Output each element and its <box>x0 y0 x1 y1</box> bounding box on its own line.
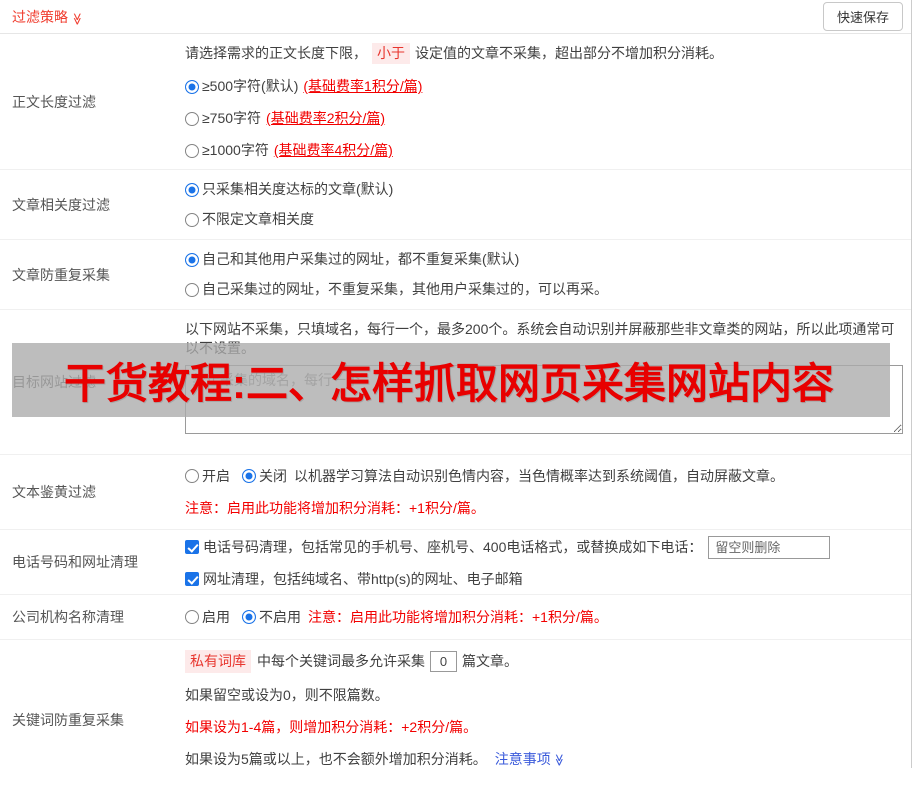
limit-text-end: 篇文章。 <box>462 653 518 669</box>
dedup-option-all-users[interactable]: 自己和其他用户采集过的网址，都不重复采集(默认) <box>185 250 905 269</box>
fee-note: (基础费率1积分/篇) <box>303 78 423 94</box>
fee-note: (基础费率2积分/篇) <box>266 110 386 126</box>
company-option-off[interactable]: 不启用 <box>242 608 301 627</box>
checkbox-label: 电话号码清理，包括常见的手机号、座机号、400电话格式，或替换成如下电话： <box>203 538 703 555</box>
option-label: 关闭 <box>259 467 287 484</box>
company-clean-note: 注意：启用此功能将增加积分消耗：+1积分/篇。 <box>308 608 608 625</box>
radio-icon[interactable] <box>185 469 199 483</box>
notes-link[interactable]: 注意事项 <box>495 750 551 769</box>
row-label: 正文长度过滤 <box>12 93 96 110</box>
row-label: 文本鉴黄过滤 <box>12 484 96 500</box>
length-option-500[interactable]: ≥500字符(默认) (基础费率1积分/篇) <box>185 77 905 96</box>
radio-icon[interactable] <box>185 282 199 297</box>
row-target-site-filter: 目标网站过滤 以下网站不采集，只填域名，每行一个，最多200个。系统会自动识别并… <box>0 310 911 455</box>
porn-option-off[interactable]: 关闭 <box>242 467 287 486</box>
company-option-on[interactable]: 启用 <box>185 608 230 627</box>
phone-clean-line: 电话号码清理，包括常见的手机号、座机号、400电话格式，或替换成如下电话： <box>185 535 905 559</box>
radio-icon[interactable] <box>185 111 199 126</box>
option-label: 自己和其他用户采集过的网址，都不重复采集(默认) <box>202 251 520 267</box>
radio-selected-icon[interactable] <box>185 182 199 197</box>
private-lexicon-tag: 私有词库 <box>185 650 251 673</box>
radio-icon[interactable] <box>185 143 199 158</box>
radio-icon[interactable] <box>185 610 199 624</box>
length-option-1000[interactable]: ≥1000字符 (基础费率4积分/篇) <box>185 141 905 160</box>
length-option-750[interactable]: ≥750字符 (基础费率2积分/篇) <box>185 109 905 128</box>
keyword-note-cost: 如果设为1-4篇，则增加积分消耗：+2积分/篇。 <box>185 719 478 735</box>
radio-selected-icon[interactable] <box>242 469 256 483</box>
row-article-dedup: 文章防重复采集 自己和其他用户采集过的网址，都不重复采集(默认) 自己采集过的网… <box>0 240 911 310</box>
length-filter-desc: 请选择需求的正文长度下限， 小于 设定值的文章不采集，超出部分不增加积分消耗。 <box>185 43 905 64</box>
row-label: 关键词防重复采集 <box>12 712 124 728</box>
row-length-filter: 正文长度过滤 请选择需求的正文长度下限， 小于 设定值的文章不采集，超出部分不增… <box>0 34 911 170</box>
option-label: ≥750字符 <box>202 110 262 126</box>
desc-highlight: 小于 <box>372 43 410 64</box>
option-label: ≥500字符(默认) <box>202 78 299 94</box>
row-label: 电话号码和网址清理 <box>12 554 138 570</box>
quick-save-button[interactable]: 快速保存 <box>822 2 903 31</box>
row-phone-url-clean: 电话号码和网址清理 电话号码清理，包括常见的手机号、座机号、400电话格式，或替… <box>0 530 911 595</box>
relevance-option-strict[interactable]: 只采集相关度达标的文章(默认) <box>185 180 905 199</box>
checkbox-label: 网址清理，包括纯域名、带http(s)的网址、电子邮箱 <box>203 570 523 587</box>
limit-text: 中每个关键词最多允许采集 <box>257 653 425 669</box>
radio-selected-icon[interactable] <box>185 252 199 267</box>
keyword-count-input[interactable] <box>430 651 457 672</box>
radio-icon[interactable] <box>185 212 199 227</box>
row-relevance-filter: 文章相关度过滤 只采集相关度达标的文章(默认) 不限定文章相关度 <box>0 170 911 240</box>
row-company-clean: 公司机构名称清理 启用 不启用 注意：启用此功能将增加积分消耗：+1积分/篇。 <box>0 595 911 640</box>
keyword-note-zero: 如果留空或设为0，则不限篇数。 <box>185 687 389 703</box>
keyword-limit-line: 私有词库 中每个关键词最多允许采集 篇文章。 <box>185 650 905 673</box>
row-label: 目标网站过滤 <box>12 374 96 390</box>
option-label: 开启 <box>202 467 230 484</box>
note-text: 如果设为5篇或以上，也不会额外增加积分消耗。 <box>185 751 487 767</box>
radio-selected-icon[interactable] <box>242 610 256 624</box>
desc-text: 请选择需求的正文长度下限， <box>185 45 367 61</box>
target-site-desc: 以下网站不采集，只填域名，每行一个，最多200个。系统会自动识别并屏蔽那些非文章… <box>185 321 895 356</box>
option-label: ≥1000字符 <box>202 142 269 158</box>
keyword-note-five: 如果设为5篇或以上，也不会额外增加积分消耗。 注意事项 ≫ <box>185 750 905 769</box>
porn-option-on[interactable]: 开启 <box>185 467 230 486</box>
checkbox-checked-icon[interactable] <box>185 572 199 586</box>
url-clean-line: 网址清理，包括纯域名、带http(s)的网址、电子邮箱 <box>185 570 905 589</box>
checkbox-checked-icon[interactable] <box>185 540 199 554</box>
desc-text: 设定值的文章不采集，超出部分不增加积分消耗。 <box>415 45 723 61</box>
dedup-option-self-only[interactable]: 自己采集过的网址，不重复采集，其他用户采集过的，可以再采。 <box>185 280 905 299</box>
option-label: 不限定文章相关度 <box>202 211 314 227</box>
page-title: 过滤策略 <box>12 8 68 25</box>
chevron-down-icon: ≫ <box>70 12 85 25</box>
radio-selected-icon[interactable] <box>185 79 199 94</box>
page-title-area[interactable]: 过滤策略 ≫ <box>12 7 84 27</box>
row-label: 文章防重复采集 <box>12 266 110 283</box>
fee-note: (基础费率4积分/篇) <box>273 142 393 158</box>
option-label: 启用 <box>202 608 230 625</box>
porn-filter-desc: 以机器学习算法自动识别色情内容，当色情概率达到系统阈值，自动屏蔽文章。 <box>294 467 784 484</box>
phone-replace-input[interactable] <box>708 535 831 559</box>
option-label: 自己采集过的网址，不重复采集，其他用户采集过的，可以再采。 <box>202 281 608 297</box>
row-keyword-dedup: 关键词防重复采集 私有词库 中每个关键词最多允许采集 篇文章。 如果留空或设为0… <box>0 640 911 800</box>
relevance-option-any[interactable]: 不限定文章相关度 <box>185 210 905 229</box>
row-porn-filter: 文本鉴黄过滤 开启 关闭 以机器学习算法自动识别色情内容，当色情概率达到系统阈值… <box>0 455 911 530</box>
option-label: 不启用 <box>259 608 301 625</box>
blocked-domains-textarea[interactable] <box>185 365 903 434</box>
topbar: 过滤策略 ≫ 快速保存 <box>0 0 911 34</box>
porn-filter-note: 注意：启用此功能将增加积分消耗：+1积分/篇。 <box>185 499 485 516</box>
chevron-down-icon: ≫ <box>552 753 567 766</box>
option-label: 只采集相关度达标的文章(默认) <box>202 181 394 197</box>
row-label: 文章相关度过滤 <box>12 196 110 213</box>
row-label: 公司机构名称清理 <box>12 609 124 625</box>
